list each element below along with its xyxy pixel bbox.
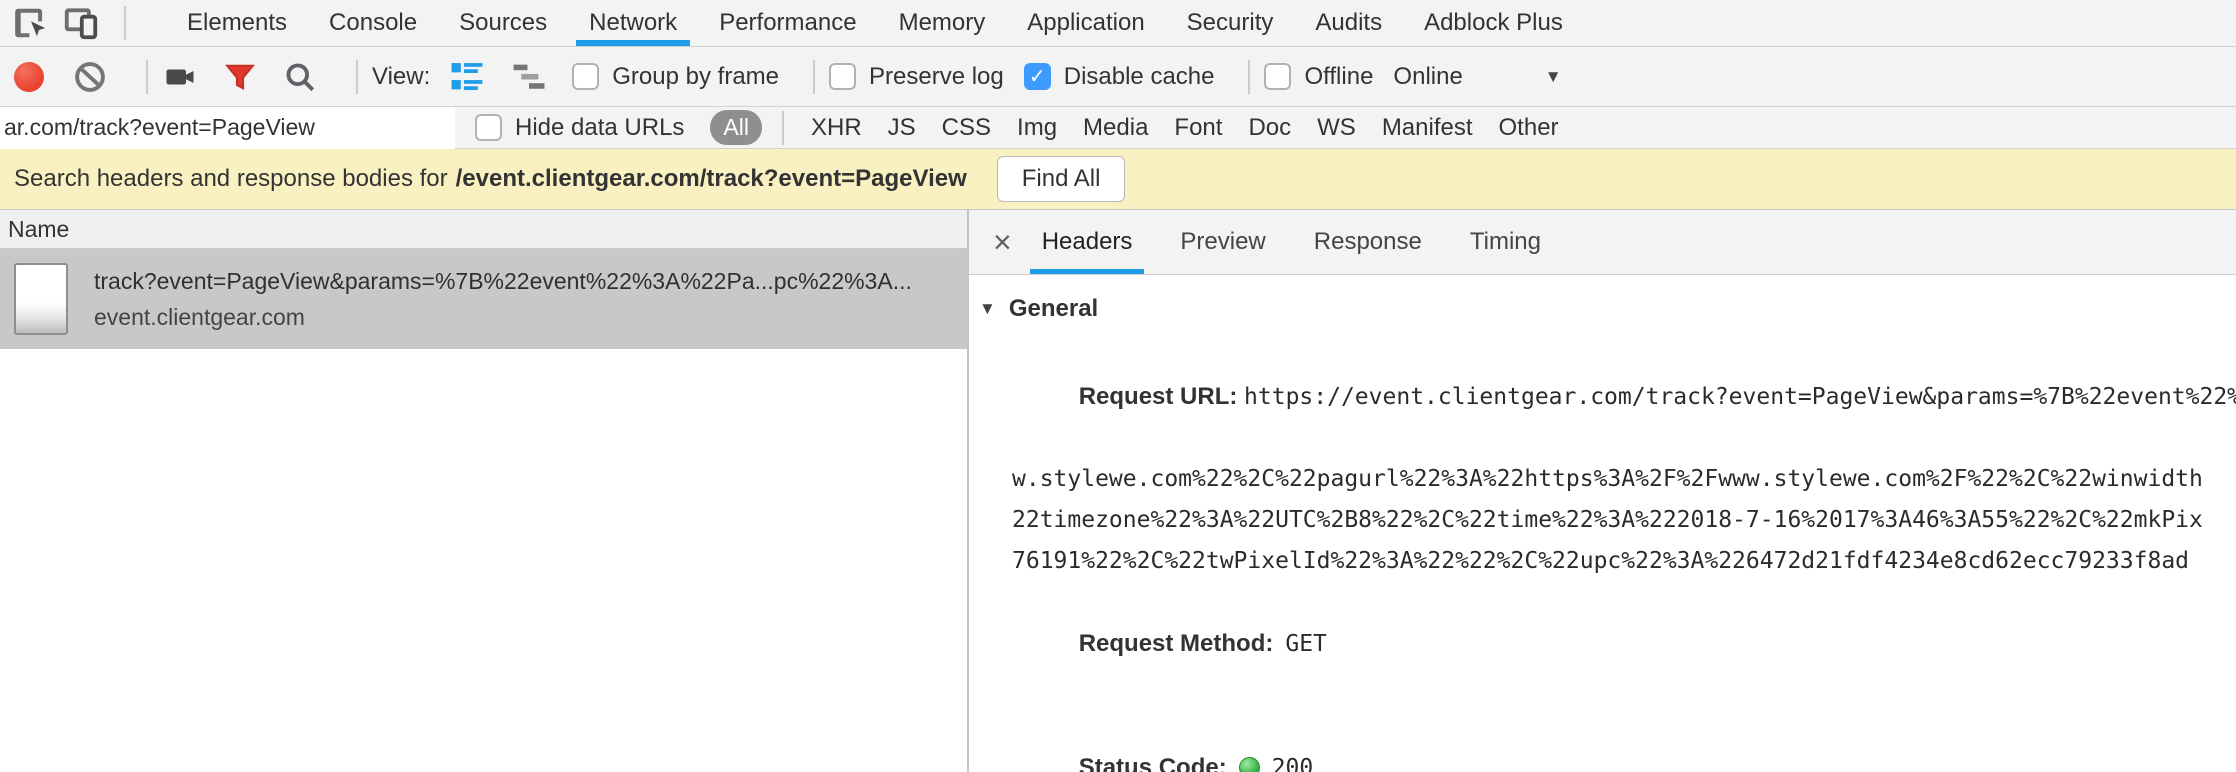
checkmark-icon: ✓ [1028,65,1046,88]
hide-data-urls-label[interactable]: Hide data URLs [515,114,684,142]
file-icon [14,263,68,335]
status-code-value: 200 [1271,755,1314,772]
capture-screenshots-icon[interactable] [162,59,198,95]
request-url-value: https://event.clientgear.com/track?event… [1244,384,2236,410]
group-by-frame-label[interactable]: Group by frame [612,63,779,91]
device-toolbar-icon[interactable] [60,2,102,44]
network-main: Name track?event=PageView&params=%7B%22e… [0,210,2236,772]
filter-type-media[interactable]: Media [1083,114,1148,142]
general-section-title: General [1008,295,1099,322]
tab-preview[interactable]: Preview [1172,210,1273,274]
search-banner: Search headers and response bodies for /… [0,149,2236,210]
request-method-label: Request Method: [1078,630,1274,657]
tab-performance[interactable]: Performance [698,0,877,46]
devtools-window: Elements Console Sources Network Perform… [0,0,2236,772]
request-url-line: w.stylewe.com%22%2C%22pagurl%22%3A%22htt… [1012,466,2203,492]
filter-type-manifest[interactable]: Manifest [1382,114,1473,142]
large-request-rows-icon[interactable] [448,60,486,94]
record-icon[interactable] [14,61,44,92]
filter-type-font[interactable]: Font [1174,114,1222,142]
name-column-header[interactable]: Name [0,210,967,249]
filter-type-other[interactable]: Other [1499,114,1559,142]
find-all-button[interactable]: Find All [996,156,1126,202]
filter-type-xhr[interactable]: XHR [811,114,862,142]
tab-network[interactable]: Network [568,0,698,46]
hide-data-urls-checkbox[interactable] [475,114,502,141]
request-url-line: 76191%22%2C%22twPixelId%22%3A%22%22%2C%2… [1012,548,2190,574]
filter-type-doc[interactable]: Doc [1248,114,1291,142]
details-tabbar: × Headers Preview Response Timing [969,210,2236,275]
status-code-line: Status Code: 200 [969,706,2236,772]
request-url-line: Request URL: https://event.clientgear.co… [969,335,2236,459]
clear-icon[interactable] [72,59,108,95]
filter-icon[interactable] [222,59,258,95]
filter-type-img[interactable]: Img [1017,114,1057,142]
request-list-panel: Name track?event=PageView&params=%7B%22e… [0,210,967,772]
filter-type-css[interactable]: CSS [942,114,991,142]
show-overview-icon[interactable] [510,60,548,94]
status-code-label: Status Code: [1078,754,1227,772]
divider [813,59,815,94]
filter-type-all[interactable]: All [710,110,762,145]
devtools-tabbar: Elements Console Sources Network Perform… [0,0,2236,47]
tab-elements[interactable]: Elements [166,0,308,46]
disclosure-triangle-icon[interactable]: ▼ [979,299,996,319]
tabbar-left-icons [0,2,110,44]
tab-headers[interactable]: Headers [1029,210,1145,274]
chevron-down-icon[interactable]: ▼ [1545,67,1562,87]
request-url-line: 22timezone%22%3A%22UTC%2B8%22%2C%22time%… [1012,507,2203,533]
search-banner-query: /event.clientgear.com/track?event=PageVi… [455,165,967,192]
offline-checkbox[interactable] [1264,63,1292,90]
offline-label[interactable]: Offline [1304,63,1373,91]
search-icon[interactable] [282,59,318,95]
request-details-panel: × Headers Preview Response Timing ▼ Gene… [969,210,2236,772]
divider [146,59,148,94]
close-icon[interactable]: × [993,226,1012,258]
tab-response[interactable]: Response [1306,210,1430,274]
view-label: View: [372,62,431,90]
status-ok-icon [1238,757,1260,772]
request-row[interactable]: track?event=PageView&params=%7B%22event%… [0,249,967,349]
disable-cache-checkbox[interactable]: ✓ [1023,63,1051,90]
request-method-value: GET [1285,631,1327,657]
tab-application[interactable]: Application [1006,0,1165,46]
throttling-select-value[interactable]: Online [1393,63,1462,91]
request-url-label: Request URL: [1078,383,1238,410]
divider [781,110,784,145]
disable-cache-label[interactable]: Disable cache [1064,63,1215,91]
search-banner-text: Search headers and response bodies for [14,165,448,192]
filter-input[interactable] [0,106,455,149]
general-section-header[interactable]: ▼ General [969,295,2236,323]
preserve-log-label[interactable]: Preserve log [869,63,1004,91]
network-filter-bar: Hide data URLs All XHR JS CSS Img Media … [0,106,2236,149]
filter-type-js[interactable]: JS [888,114,916,142]
request-domain: event.clientgear.com [94,304,305,330]
tab-timing[interactable]: Timing [1462,210,1549,274]
filter-type-ws[interactable]: WS [1317,114,1356,142]
request-name: track?event=PageView&params=%7B%22event%… [94,268,912,294]
headers-detail: ▼ General Request URL: https://event.cli… [969,275,2236,772]
request-method-line: Request Method: GET [969,582,2236,706]
divider [1248,59,1251,94]
panel-tabs: Elements Console Sources Network Perform… [166,0,1584,46]
tab-security[interactable]: Security [1166,0,1295,46]
tab-memory[interactable]: Memory [878,0,1007,46]
tab-sources[interactable]: Sources [438,0,568,46]
tab-adblock-plus[interactable]: Adblock Plus [1403,0,1584,46]
divider [356,59,358,94]
preserve-log-checkbox[interactable] [829,63,856,90]
tab-console[interactable]: Console [308,0,438,46]
tab-audits[interactable]: Audits [1294,0,1403,46]
group-by-frame-checkbox[interactable] [572,63,600,90]
divider [124,6,126,40]
inspect-element-icon[interactable] [10,2,52,44]
network-toolbar: View: Group by frame Preserve log ✓ Disa… [0,47,2236,107]
